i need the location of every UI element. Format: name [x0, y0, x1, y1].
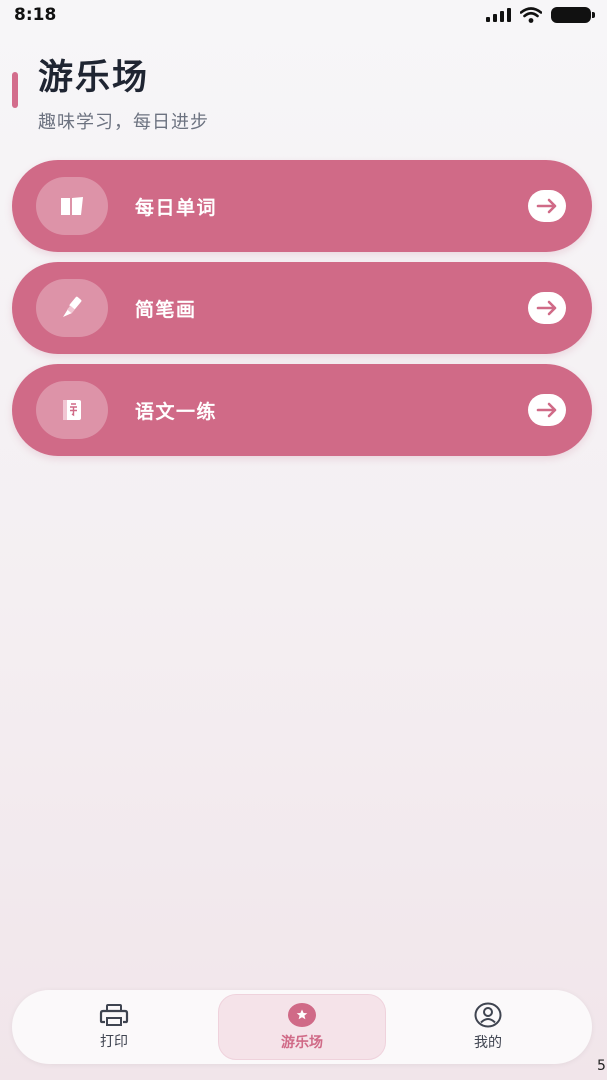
battery-icon — [551, 7, 595, 23]
paintbrush-icon — [63, 296, 82, 317]
page-subtitle: 趣味学习，每日进步 — [38, 112, 209, 133]
tab-label: 我的 — [474, 1035, 502, 1051]
menu-card-chinese-practice[interactable]: 语文一练 — [12, 364, 592, 456]
menu-list: 每日单词 简笔画 语文一练 — [12, 160, 592, 466]
bottom-tab-bar: 打印 游乐场 我的 — [12, 990, 592, 1064]
card-label: 每日单词 — [135, 196, 218, 219]
printer-icon — [99, 1004, 129, 1026]
corner-text: 5 — [597, 1058, 606, 1074]
tab-label: 游乐场 — [281, 1035, 323, 1051]
tab-playground[interactable]: 游乐场 — [218, 994, 386, 1060]
tab-mine[interactable]: 我的 — [404, 994, 572, 1060]
cellular-signal-icon — [486, 8, 511, 22]
page-title: 游乐场 — [38, 58, 150, 98]
arrow-right-icon[interactable] — [528, 190, 566, 222]
card-label: 简笔画 — [135, 298, 197, 321]
card-icon-container — [36, 177, 108, 235]
user-circle-icon — [474, 1002, 502, 1028]
tab-label: 打印 — [100, 1034, 128, 1050]
arrow-right-icon[interactable] — [528, 394, 566, 426]
arrow-right-icon[interactable] — [528, 292, 566, 324]
wifi-icon — [520, 7, 542, 23]
title-accent-bar — [12, 72, 18, 108]
status-icons — [486, 7, 595, 23]
menu-card-drawing[interactable]: 简笔画 — [12, 262, 592, 354]
card-icon-container — [36, 381, 108, 439]
book-icon — [61, 197, 83, 215]
status-bar: 8:18 — [0, 0, 607, 30]
card-icon-container — [36, 279, 108, 337]
page-header: 游乐场 趣味学习，每日进步 — [12, 56, 572, 136]
status-time: 8:18 — [14, 5, 57, 25]
menu-card-daily-words[interactable]: 每日单词 — [12, 160, 592, 252]
card-label: 语文一练 — [135, 400, 218, 423]
chinese-character-book-icon — [63, 400, 81, 420]
star-badge-icon — [288, 1003, 316, 1027]
tab-print[interactable]: 打印 — [30, 994, 198, 1060]
